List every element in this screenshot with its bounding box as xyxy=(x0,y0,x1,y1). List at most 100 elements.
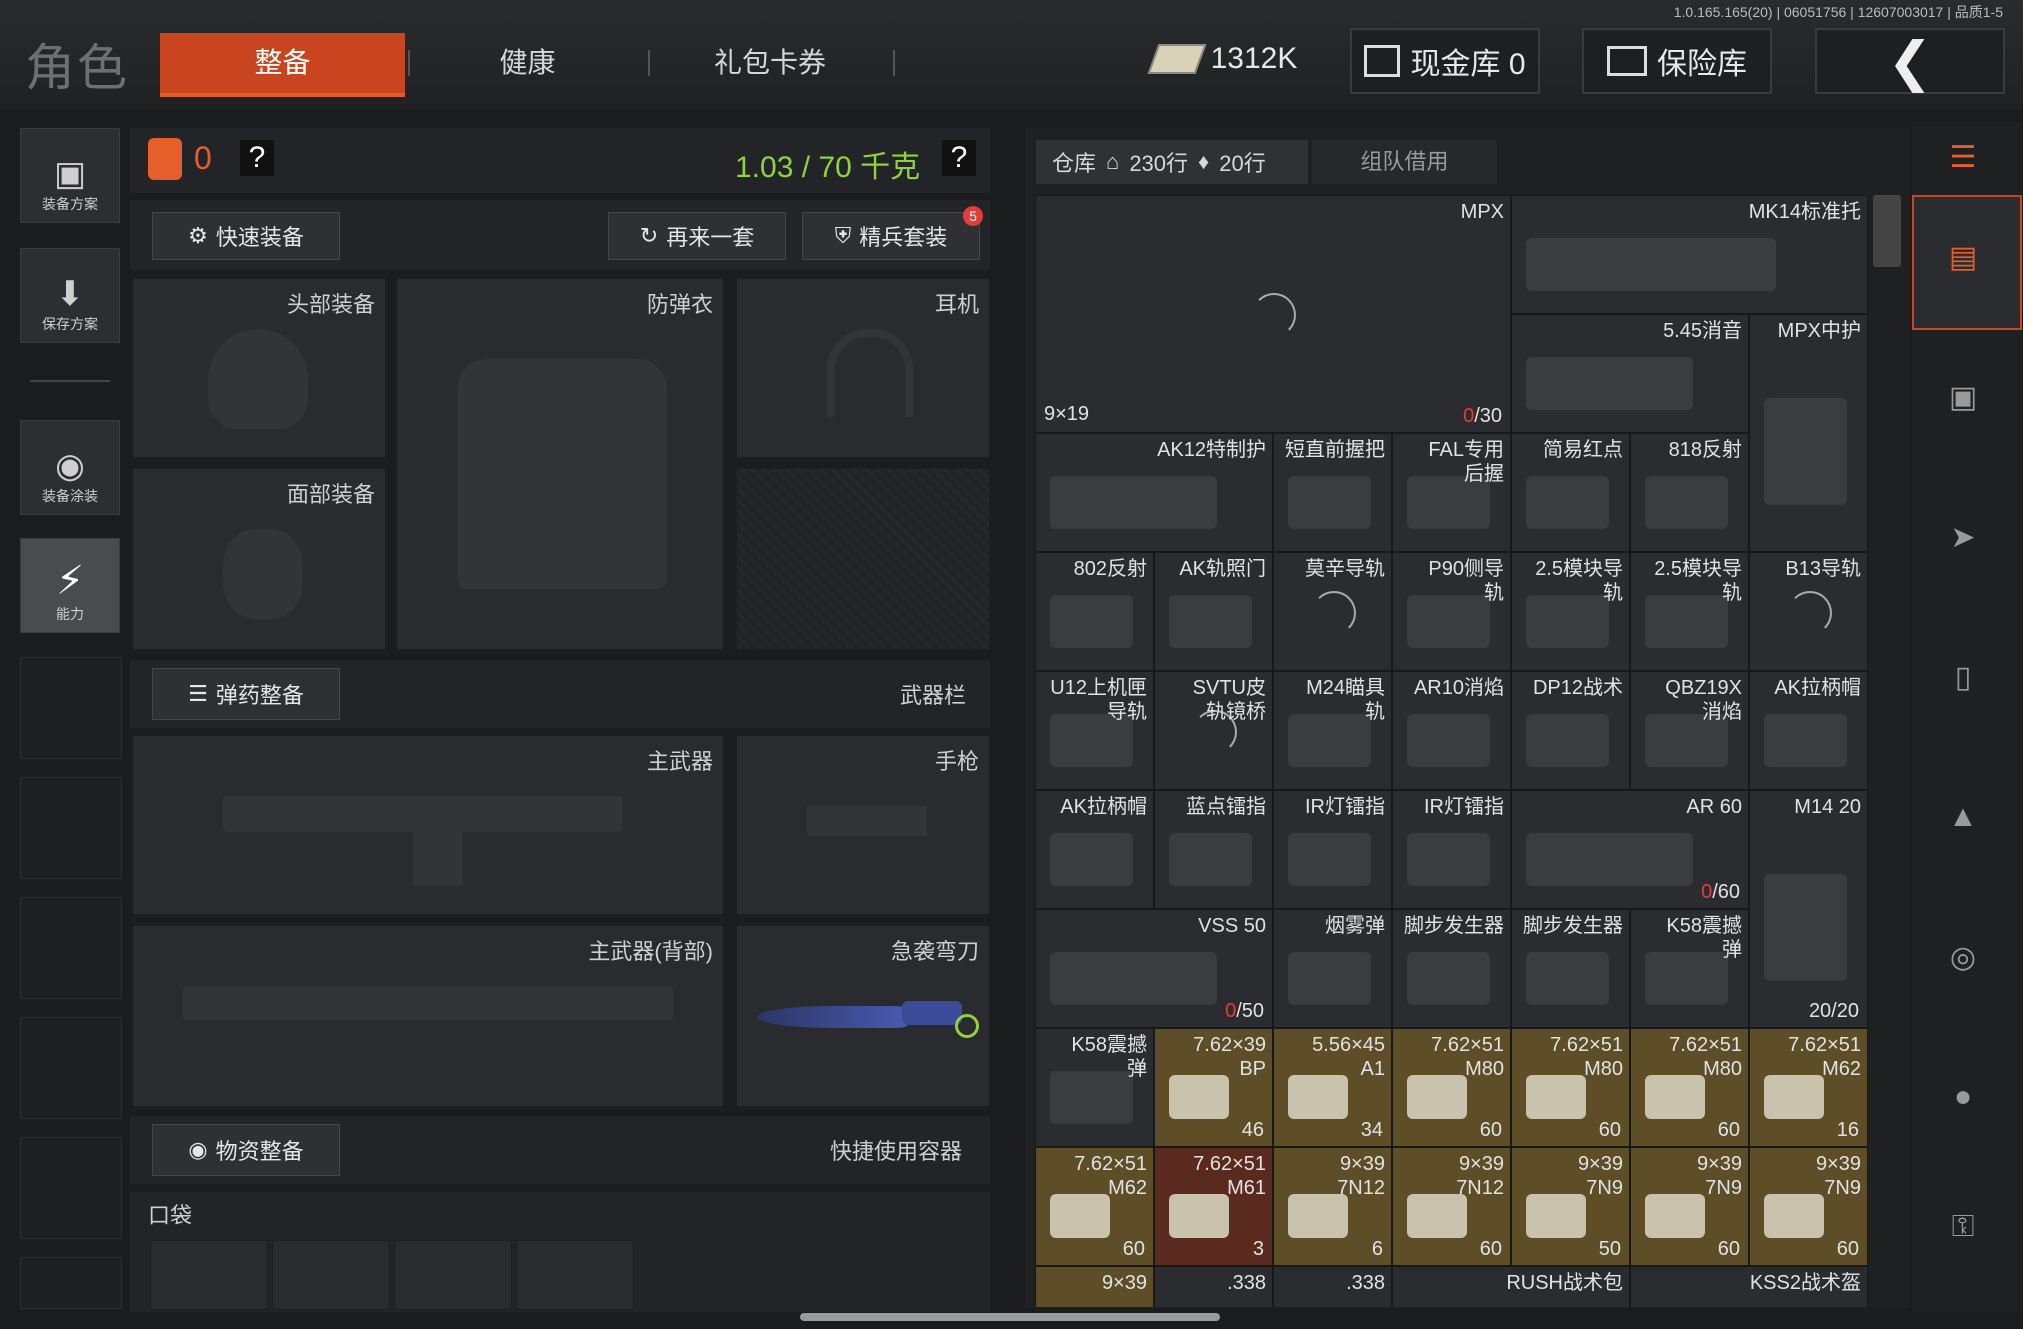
warehouse-item[interactable]: AR 60 0/60 xyxy=(1511,790,1749,909)
save-plan-button[interactable]: ⬇ 保存方案 xyxy=(20,248,120,343)
equipment-paint-button[interactable]: ◉ 装备涂装 xyxy=(20,420,120,515)
pocket-slot[interactable] xyxy=(150,1240,268,1310)
warehouse-item[interactable]: DP12战术 xyxy=(1511,671,1630,790)
item-count-value: 60 xyxy=(1836,1238,1859,1260)
warehouse-scrollbar[interactable] xyxy=(1873,195,1901,267)
warehouse-item[interactable]: 7.62×51 M80 60 xyxy=(1511,1028,1630,1147)
tab-health[interactable]: 健康 xyxy=(420,33,635,93)
elite-kit-button[interactable]: ⛨ 精兵套装 xyxy=(802,212,980,260)
melee-slot[interactable]: 急袭弯刀 xyxy=(736,925,990,1107)
warehouse-item[interactable]: K58震撼 弹 xyxy=(1630,909,1749,1028)
loading-spinner-icon xyxy=(1252,293,1296,337)
warehouse-item[interactable]: M14 20 20/20 xyxy=(1749,790,1868,1028)
magazine-category-icon[interactable]: ▯ xyxy=(1938,660,1988,700)
refresh-icon: ↻ xyxy=(639,223,659,248)
warehouse-item[interactable]: 7.62×51 M61 3 xyxy=(1154,1147,1273,1266)
again-button[interactable]: ↻ 再来一套 xyxy=(608,212,786,260)
help-icon[interactable]: ? xyxy=(240,140,274,176)
warehouse-item[interactable]: KSS2战术盔 xyxy=(1630,1266,1868,1307)
warehouse-item[interactable]: 9×39 7N9 60 xyxy=(1749,1147,1868,1266)
warehouse-item[interactable]: 7.62×51 M62 16 xyxy=(1749,1028,1868,1147)
cash-box-button[interactable]: 现金库 0 xyxy=(1350,28,1540,94)
tab-equip[interactable]: 整备 xyxy=(160,33,405,97)
warehouse-item[interactable]: K58震撼 弹 xyxy=(1035,1028,1154,1147)
weight-help-icon[interactable]: ? xyxy=(942,140,976,176)
warehouse-item[interactable]: AK12特制护 xyxy=(1035,433,1273,552)
headset-slot[interactable]: 耳机 xyxy=(736,278,990,458)
pocket-slot[interactable] xyxy=(516,1240,634,1310)
warehouse-item[interactable]: 9×39 7N12 6 xyxy=(1273,1147,1392,1266)
warehouse-item[interactable]: 818反射 xyxy=(1630,433,1749,552)
warehouse-item[interactable]: IR灯镭指 xyxy=(1273,790,1392,909)
warehouse-item[interactable]: RUSH战术包 xyxy=(1392,1266,1630,1307)
back-button[interactable]: ❮ xyxy=(1815,28,2005,94)
key-category-icon[interactable]: ⚿ xyxy=(1938,1210,1988,1250)
safe-box-button[interactable]: 保险库 xyxy=(1582,28,1772,94)
primary-back-slot[interactable]: 主武器(背部) xyxy=(132,925,724,1107)
quick-equip-button[interactable]: ⚙ 快速装备 xyxy=(152,212,340,260)
layers-icon[interactable]: ☰ xyxy=(1938,140,1988,180)
primary-weapon-slot[interactable]: 主武器 xyxy=(132,735,724,915)
warehouse-item[interactable]: AK拉柄帽 xyxy=(1035,790,1154,909)
pocket-slot[interactable] xyxy=(272,1240,390,1310)
pocket-slot[interactable] xyxy=(394,1240,512,1310)
armor-slot[interactable]: 防弹衣 xyxy=(396,278,724,650)
warehouse-item[interactable]: 短直前握把 xyxy=(1273,433,1392,552)
warehouse-item[interactable]: 7.62×39 BP 46 xyxy=(1154,1028,1273,1147)
warehouse-item[interactable]: 5.45消音 xyxy=(1511,314,1749,433)
warehouse-item[interactable]: .338 xyxy=(1273,1266,1392,1307)
warehouse-item[interactable]: 7.62×51 M80 60 xyxy=(1630,1028,1749,1147)
item-name: 9×39 7N12 xyxy=(1456,1153,1504,1199)
warehouse-item[interactable]: 脚步发生器 xyxy=(1392,909,1511,1028)
warehouse-item[interactable]: B13导轨 xyxy=(1749,552,1868,671)
head-slot[interactable]: 头部装备 xyxy=(132,278,386,458)
warehouse-item[interactable]: 9×39 7N9 50 xyxy=(1511,1147,1630,1266)
warehouse-item[interactable]: MPX中护 xyxy=(1749,314,1868,552)
warehouse-item[interactable]: 蓝点镭指 xyxy=(1154,790,1273,909)
warehouse-item[interactable]: 9×39 7N12 60 xyxy=(1392,1147,1511,1266)
grenade-category-icon[interactable]: ● xyxy=(1938,1080,1988,1120)
tab-gift-cards[interactable]: 礼包卡券 xyxy=(660,33,880,93)
warehouse-item[interactable]: SVTU皮 轨镜桥 xyxy=(1154,671,1273,790)
supply-icon: ◉ xyxy=(188,1137,208,1162)
safe-icon xyxy=(1607,46,1647,76)
pistol-slot[interactable]: 手枪 xyxy=(736,735,990,915)
supply-equip-button[interactable]: ◉ 物资整备 xyxy=(152,1124,340,1176)
warehouse-item[interactable]: 2.5模块导 轨 xyxy=(1630,552,1749,671)
warehouse-item[interactable]: AK拉柄帽 xyxy=(1749,671,1868,790)
team-borrow-tab[interactable]: 组队借用 xyxy=(1312,140,1497,184)
warehouse-item[interactable]: 7.62×51 M80 60 xyxy=(1392,1028,1511,1147)
warehouse-item[interactable]: .338 xyxy=(1154,1266,1273,1307)
warehouse-item[interactable]: U12上机匣 导轨 xyxy=(1035,671,1154,790)
warehouse-item[interactable]: AR10消焰 xyxy=(1392,671,1511,790)
warehouse-item[interactable]: IR灯镭指 xyxy=(1392,790,1511,909)
rifle-category-icon[interactable]: ➤ xyxy=(1938,520,1988,560)
warehouse-tab[interactable]: 仓库 ⌂ 230行 ♦ 20行 xyxy=(1036,140,1308,184)
warehouse-item[interactable]: 9×39 xyxy=(1035,1266,1154,1307)
warehouse-item[interactable]: 9×39 7N9 60 xyxy=(1630,1147,1749,1266)
warehouse-item[interactable]: 5.56×45 A1 34 xyxy=(1273,1028,1392,1147)
warehouse-item[interactable]: 烟雾弹 xyxy=(1273,909,1392,1028)
warehouse-item[interactable]: 莫辛导轨 xyxy=(1273,552,1392,671)
warehouse-item[interactable]: M24瞄具 轨 xyxy=(1273,671,1392,790)
bullet-category-icon[interactable]: ▲ xyxy=(1938,800,1988,840)
face-slot[interactable]: 面部装备 xyxy=(132,468,386,650)
warehouse-item[interactable]: QBZ19X 消焰 xyxy=(1630,671,1749,790)
warehouse-item[interactable]: MPX 9×19 0/30 xyxy=(1035,195,1511,433)
scope-category-icon[interactable]: ◎ xyxy=(1938,940,1988,980)
warehouse-item[interactable]: 7.62×51 M62 60 xyxy=(1035,1147,1154,1266)
ammo-box-icon xyxy=(1288,1075,1348,1119)
ability-button[interactable]: ⚡ 能力 xyxy=(20,538,120,633)
ammo-equip-button[interactable]: ☰ 弹药整备 xyxy=(152,668,340,720)
warehouse-item[interactable]: 脚步发生器 xyxy=(1511,909,1630,1028)
warehouse-item[interactable]: AK轨照门 xyxy=(1154,552,1273,671)
warehouse-item[interactable]: 802反射 xyxy=(1035,552,1154,671)
warehouse-item[interactable]: MK14标准托 xyxy=(1511,195,1868,314)
warehouse-item[interactable]: 2.5模块导 轨 xyxy=(1511,552,1630,671)
loadout-plan-button[interactable]: ▣ 装备方案 xyxy=(20,128,120,223)
warehouse-item[interactable]: FAL专用 后握 xyxy=(1392,433,1511,552)
armor-category-icon[interactable]: ▣ xyxy=(1938,380,1988,420)
warehouse-item[interactable]: VSS 50 0/50 xyxy=(1035,909,1273,1028)
warehouse-item[interactable]: P90侧导 轨 xyxy=(1392,552,1511,671)
warehouse-item[interactable]: 简易红点 xyxy=(1511,433,1630,552)
